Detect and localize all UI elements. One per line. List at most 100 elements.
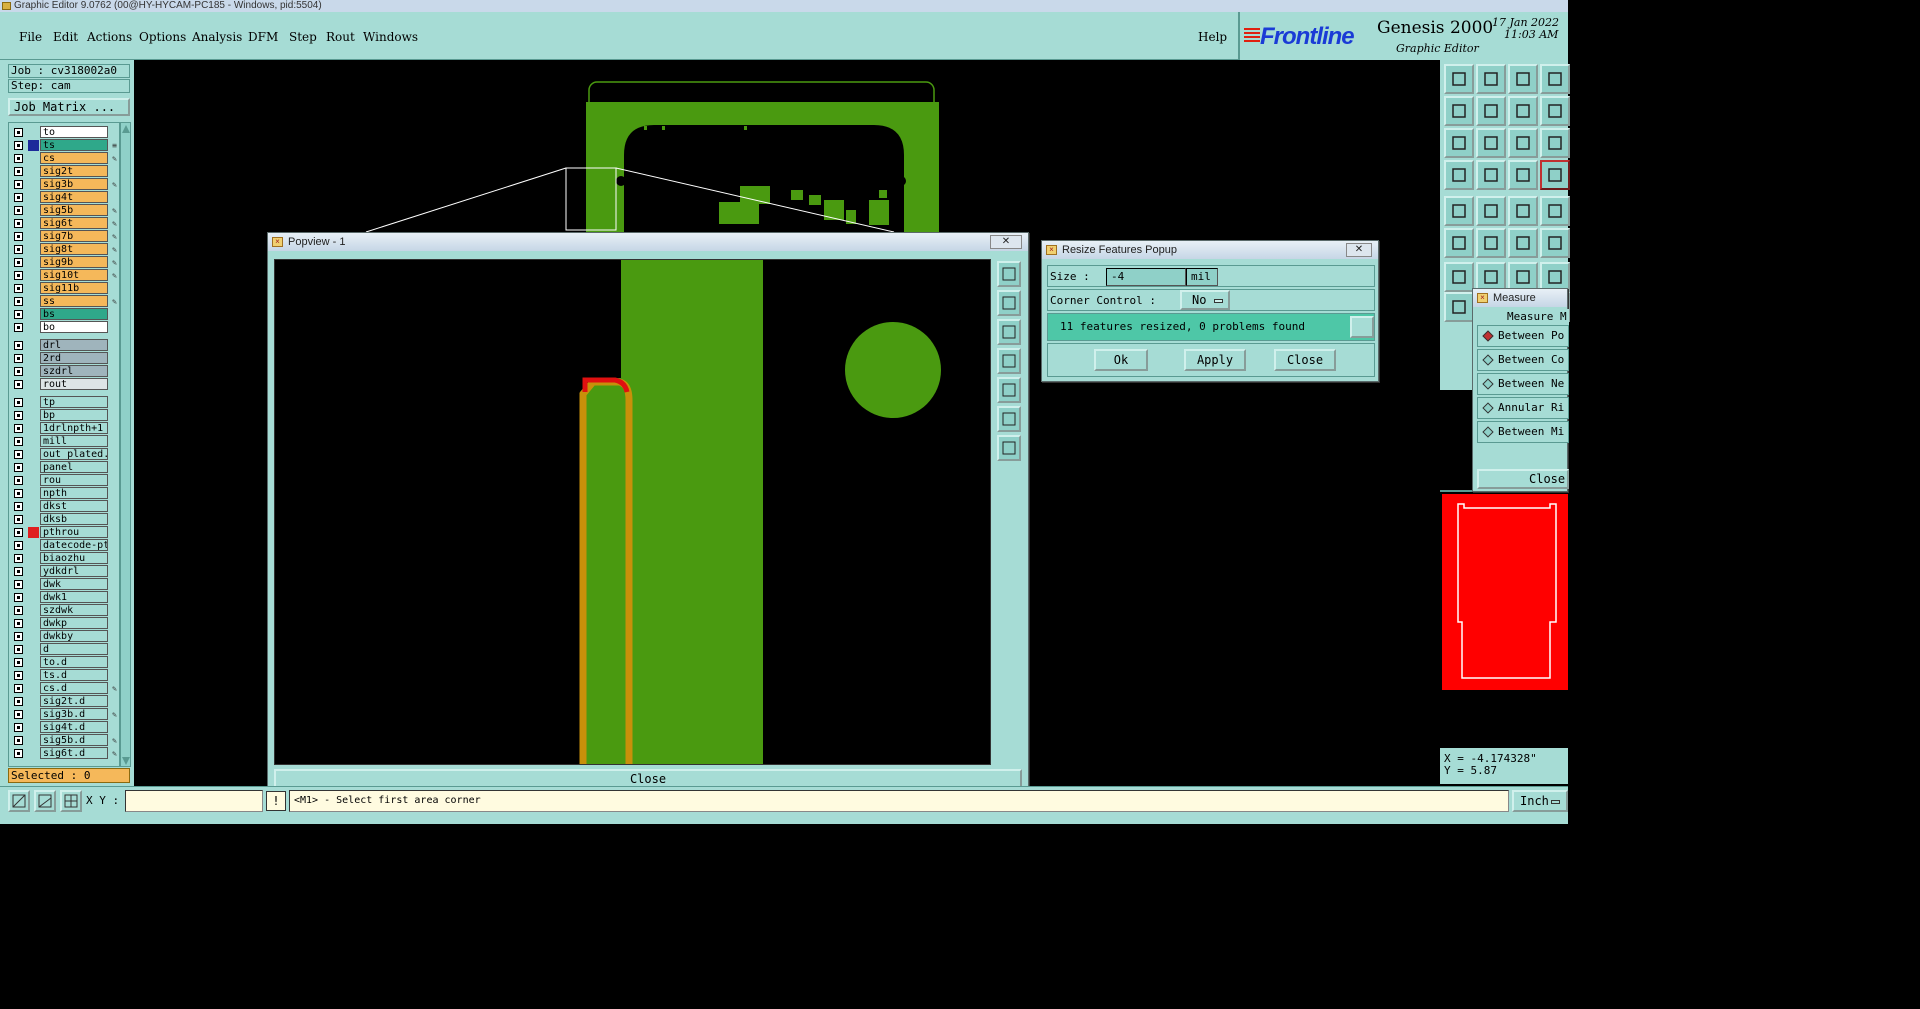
open-icon[interactable] <box>1444 64 1474 94</box>
layer-name[interactable]: dwkp <box>40 617 108 629</box>
layer-checkbox[interactable] <box>14 354 23 363</box>
netlist-red-icon[interactable] <box>1540 160 1570 190</box>
layer-checkbox[interactable] <box>14 141 23 150</box>
layer-checkbox[interactable] <box>14 463 23 472</box>
layer-row[interactable]: sig2t <box>9 165 119 178</box>
layer-name[interactable]: tp <box>40 396 108 408</box>
pv-save-icon[interactable] <box>997 290 1021 316</box>
layers-icon[interactable] <box>1444 160 1474 190</box>
layer-checkbox[interactable] <box>14 206 23 215</box>
layer-marker[interactable] <box>28 709 39 720</box>
layer-name[interactable]: sig11b <box>40 282 108 294</box>
layer-marker[interactable] <box>28 127 39 138</box>
layer-row[interactable]: drl <box>9 339 119 352</box>
window-icon[interactable] <box>1540 64 1570 94</box>
layer-marker[interactable] <box>28 166 39 177</box>
layer-checkbox[interactable] <box>14 424 23 433</box>
layer-row[interactable]: bo <box>9 321 119 334</box>
layer-marker[interactable] <box>28 322 39 333</box>
layer-name[interactable]: sig4t <box>40 191 108 203</box>
menu-help[interactable]: Help <box>1198 30 1227 44</box>
layer-name[interactable]: datecode-pt <box>40 539 108 551</box>
layer-marker[interactable] <box>28 379 39 390</box>
layer-marker[interactable] <box>28 270 39 281</box>
netlist-icon[interactable] <box>1508 160 1538 190</box>
layer-checkbox[interactable] <box>14 193 23 202</box>
layer-marker[interactable] <box>28 283 39 294</box>
layer-checkbox[interactable] <box>14 580 23 589</box>
zoom-out-icon[interactable] <box>1476 96 1506 126</box>
layer-marker[interactable] <box>28 735 39 746</box>
layer-marker[interactable] <box>28 353 39 364</box>
corner-control-select[interactable]: No <box>1180 290 1230 310</box>
menu-actions[interactable]: Actions <box>87 30 132 44</box>
layer-checkbox[interactable] <box>14 723 23 732</box>
layer-row[interactable]: panel <box>9 461 119 474</box>
size-input[interactable]: -4 <box>1106 268 1186 286</box>
layer-checkbox[interactable] <box>14 367 23 376</box>
layer-row[interactable]: szdwk <box>9 604 119 617</box>
measure-close-button[interactable]: Close <box>1477 469 1569 489</box>
layer-row[interactable]: sig11b <box>9 282 119 295</box>
layer-marker[interactable] <box>28 397 39 408</box>
layer-checkbox[interactable] <box>14 606 23 615</box>
layer-row[interactable]: szdrl <box>9 365 119 378</box>
layer-row[interactable]: cs.d ✎ <box>9 682 119 695</box>
layer-name[interactable]: bp <box>40 409 108 421</box>
snap-icon[interactable] <box>8 790 30 812</box>
layer-name[interactable]: out_plated. <box>40 448 108 460</box>
layer-row[interactable]: 2rd <box>9 352 119 365</box>
layer-row[interactable]: pthrou <box>9 526 119 539</box>
layer-marker[interactable] <box>28 296 39 307</box>
layer-name[interactable]: sig10t <box>40 269 108 281</box>
menu-options[interactable]: Options <box>139 30 186 44</box>
layer-marker[interactable] <box>28 488 39 499</box>
layer-name[interactable]: npth <box>40 487 108 499</box>
ratio-icon[interactable] <box>1508 128 1538 158</box>
layer-marker[interactable] <box>28 462 39 473</box>
layer-checkbox[interactable] <box>14 450 23 459</box>
layer-name[interactable]: ydkdrl <box>40 565 108 577</box>
layer-name[interactable]: sig4t.d <box>40 721 108 733</box>
layer-checkbox[interactable] <box>14 284 23 293</box>
layer-marker[interactable] <box>28 501 39 512</box>
layer-name[interactable]: bs <box>40 308 108 320</box>
layer-name[interactable]: to.d <box>40 656 108 668</box>
layer-marker[interactable] <box>28 748 39 759</box>
layer-row[interactable]: dkst <box>9 500 119 513</box>
layer-marker[interactable] <box>28 553 39 564</box>
layer-marker[interactable] <box>28 140 39 151</box>
pv-center-icon[interactable] <box>997 435 1021 461</box>
apply-button[interactable]: Apply <box>1184 349 1246 371</box>
layer-checkbox[interactable] <box>14 271 23 280</box>
layer-name[interactable]: sig7b <box>40 230 108 242</box>
unit-select[interactable]: Inch <box>1512 790 1568 812</box>
layer-marker[interactable] <box>28 657 39 668</box>
mini-map[interactable] <box>1440 490 1568 690</box>
layer-name[interactable]: sig8t <box>40 243 108 255</box>
xy-input[interactable] <box>125 790 263 812</box>
layer-checkbox[interactable] <box>14 593 23 602</box>
show-results-icon[interactable] <box>1350 316 1374 338</box>
layer-checkbox[interactable] <box>14 323 23 332</box>
layer-checkbox[interactable] <box>14 658 23 667</box>
route-icon[interactable] <box>1540 228 1570 258</box>
layer-row[interactable]: dwk1 <box>9 591 119 604</box>
layer-checkbox[interactable] <box>14 736 23 745</box>
menu-edit[interactable]: Edit <box>53 30 78 44</box>
help-icon[interactable] <box>1540 128 1570 158</box>
pv-print-icon[interactable] <box>997 319 1021 345</box>
layer-marker[interactable] <box>28 205 39 216</box>
home-icon[interactable] <box>1508 64 1538 94</box>
menu-file[interactable]: File <box>19 30 42 44</box>
layer-marker[interactable] <box>28 423 39 434</box>
layer-checkbox[interactable] <box>14 515 23 524</box>
close-button[interactable]: Close <box>1274 349 1336 371</box>
layer-name[interactable]: to <box>40 126 108 138</box>
layer-name[interactable]: rou <box>40 474 108 486</box>
measure-option[interactable]: Between Ne <box>1477 373 1569 395</box>
zoom-home-icon[interactable] <box>1508 96 1538 126</box>
layer-checkbox[interactable] <box>14 167 23 176</box>
popview-canvas[interactable] <box>274 259 991 765</box>
layer-checkbox[interactable] <box>14 219 23 228</box>
